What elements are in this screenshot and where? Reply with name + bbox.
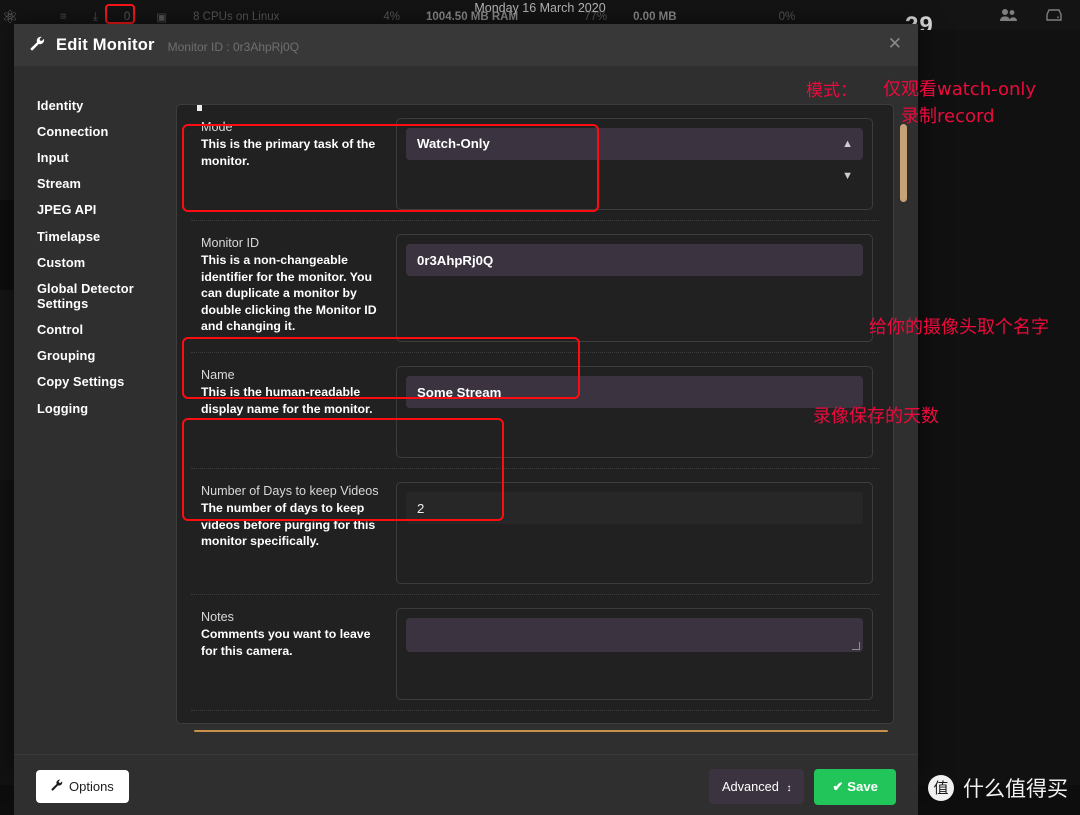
options-button[interactable]: Options (36, 770, 129, 803)
close-icon[interactable]: ✕ (888, 34, 902, 54)
chevron-updown-icon: ▲ ▼ (842, 138, 853, 182)
app-right-pane (918, 30, 1080, 785)
watermark-text: 什么值得买 (963, 777, 1068, 801)
field-title-monitor-id: Monitor ID (201, 236, 260, 250)
scrollbar-thumb[interactable] (900, 124, 907, 202)
sidebar-item-global-detector-settings[interactable]: Global Detector Settings (25, 275, 176, 316)
vertical-scrollbar[interactable] (898, 104, 908, 724)
field-control-days-to-keep (396, 482, 879, 584)
advanced-label: Advanced (721, 779, 779, 794)
field-title-days-to-keep: Number of Days to keep Videos (201, 484, 379, 498)
mode-select[interactable]: Watch-Only ▲ ▼ (406, 128, 863, 182)
modal-sidebar: Identity Connection Input Stream JPEG AP… (14, 66, 176, 754)
sidebar-item-logging[interactable]: Logging (25, 395, 176, 421)
field-control-monitor-id (396, 234, 879, 342)
sidebar-item-custom[interactable]: Custom (25, 249, 176, 275)
field-control-mode: Watch-Only ▲ ▼ (396, 118, 879, 210)
users-icon[interactable] (1000, 8, 1018, 27)
monitor-id-input[interactable] (406, 244, 863, 276)
field-label-mode: Mode This is the primary task of the mon… (191, 118, 396, 210)
field-row-name: Name This is the human-readable display … (191, 353, 879, 469)
section-divider-orange (194, 730, 888, 732)
field-label-name: Name This is the human-readable display … (191, 366, 396, 458)
sidebar-item-copy-settings[interactable]: Copy Settings (25, 369, 176, 395)
wrench-icon (51, 779, 63, 794)
days-to-keep-input[interactable] (406, 492, 863, 524)
field-row-notes: Notes Comments you want to leave for thi… (191, 595, 879, 711)
check-icon: ✔ (832, 778, 844, 794)
watermark-badge-icon: 值 (928, 775, 954, 801)
field-title-mode: Mode (201, 120, 233, 134)
field-desc-notes: Comments you want to leave for this came… (201, 627, 371, 658)
field-control-notes (396, 608, 879, 700)
footer-actions: Advanced ↕ ✔ Save (708, 768, 896, 805)
monitor-id-control-box (396, 234, 873, 342)
sidebar-item-grouping[interactable]: Grouping (25, 343, 176, 369)
watermark: 值 什么值得买 (928, 773, 1068, 803)
field-title-notes: Notes (201, 610, 234, 624)
options-button-label: Options (69, 779, 114, 794)
sidebar-item-control[interactable]: Control (25, 317, 176, 343)
field-label-days-to-keep: Number of Days to keep Videos The number… (191, 482, 396, 584)
sidebar-item-stream[interactable]: Stream (25, 171, 176, 197)
settings-scroll-panel: Mode This is the primary task of the mon… (176, 104, 894, 724)
field-control-name (396, 366, 879, 458)
modal-body: Identity Connection Input Stream JPEG AP… (14, 66, 918, 754)
screen-root: ⚛ ≡ ⤓ 0 ▣ 8 CPUs on Linux 4% 1004.50 MB … (0, 0, 1080, 815)
field-desc-mode: This is the primary task of the monitor. (201, 137, 376, 168)
mode-control-box: Watch-Only ▲ ▼ (396, 118, 873, 210)
edit-monitor-modal: Edit Monitor Monitor ID : 0r3AhpRj0Q ✕ I… (14, 24, 918, 815)
advanced-dropdown[interactable]: Advanced ↕ (708, 769, 805, 804)
days-to-keep-control-box (396, 482, 873, 584)
field-label-notes: Notes Comments you want to leave for thi… (191, 608, 396, 700)
modal-title: Edit Monitor (56, 35, 155, 54)
wrench-icon (30, 36, 45, 55)
field-label-monitor-id: Monitor ID This is a non-changeable iden… (191, 234, 396, 342)
save-button-label: Save (847, 778, 878, 794)
sidebar-item-timelapse[interactable]: Timelapse (25, 223, 176, 249)
settings-content: Mode This is the primary task of the mon… (176, 66, 918, 754)
modal-header: Edit Monitor Monitor ID : 0r3AhpRj0Q ✕ (14, 24, 918, 66)
field-row-monitor-id: Monitor ID This is a non-changeable iden… (191, 221, 879, 353)
field-desc-monitor-id: This is a non-changeable identifier for … (201, 253, 377, 333)
sidebar-item-identity[interactable]: Identity (25, 92, 176, 118)
modal-footer: Options Advanced ↕ ✔ Save (14, 754, 918, 815)
field-row-mode: Mode This is the primary task of the mon… (191, 105, 879, 221)
field-row-storage-location: Storage Location Location of where recor… (191, 711, 879, 723)
name-control-box (396, 366, 873, 458)
sidebar-item-connection[interactable]: Connection (25, 118, 176, 144)
name-input[interactable] (406, 376, 863, 408)
settings-scroll-inner: Mode This is the primary task of the mon… (177, 105, 893, 723)
field-title-name: Name (201, 368, 235, 382)
mode-select-value: Watch-Only (417, 136, 490, 151)
resize-grip-icon[interactable] (852, 642, 860, 650)
annotation-box-topbar-icon (105, 4, 135, 24)
sidebar-item-jpeg-api[interactable]: JPEG API (25, 197, 176, 223)
field-desc-days-to-keep: The number of days to keep videos before… (201, 501, 376, 548)
hard-drive-icon[interactable] (1045, 8, 1063, 27)
field-desc-name: This is the human-readable display name … (201, 385, 373, 416)
notes-control-box (396, 608, 873, 700)
modal-subtitle: Monitor ID : 0r3AhpRj0Q (167, 39, 300, 54)
sidebar-item-input[interactable]: Input (25, 144, 176, 170)
chevron-updown-icon: ↕ (786, 783, 792, 794)
field-row-days-to-keep: Number of Days to keep Videos The number… (191, 469, 879, 595)
notes-textarea[interactable] (406, 618, 863, 652)
save-button[interactable]: ✔ Save (814, 768, 896, 805)
